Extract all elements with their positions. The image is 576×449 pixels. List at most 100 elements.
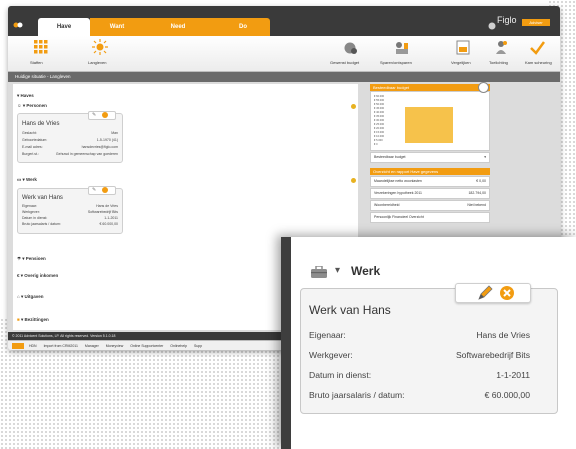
bezittingen-heading[interactable]: ■ ▾ Bezittingen [17,317,49,323]
toolbar-item-langleven[interactable]: Langleven [88,60,106,65]
delete-icon[interactable] [102,112,108,118]
budget-y-tick: € 35.000 [374,115,385,118]
overview-row-label: Verzekeringen hypotheek 2011 [374,191,422,195]
pensioen-label: Pensioen [25,256,46,261]
zoom-row-value: Hans de Vries [476,330,530,340]
edit-pencil-icon[interactable] [477,285,493,301]
overview-row[interactable]: Persoonlijk Financieel Overzicht [370,212,490,223]
person-card: ✎ Hans de Vries Geslacht: Man Geboorteda… [17,111,123,163]
budget-panel-title: Besteedbaar budget [370,84,490,91]
overview-row-label: Woonbereidheid [374,203,400,207]
uitgaven-heading[interactable]: ⌂ ▾ Uitgaven [17,294,44,300]
personen-heading[interactable]: ☺ ▾ Personen [17,103,47,109]
overview-row[interactable]: Verzekeringen hypotheek 2011 182.794,00 [370,188,490,199]
top-bar: Have Want Need Do Figlo Adviser [8,6,560,36]
budget-icon[interactable] [344,41,358,55]
bezittingen-label: Bezittingen [24,317,49,322]
overview-row-label: Persoonlijk Financieel Overzicht [374,215,424,219]
search-icon[interactable] [478,82,489,93]
werk-row-value: Hans de Vries [96,204,118,208]
person-row-label: Geboortedatum: [22,138,48,142]
werk-card-title: Werk van Hans [22,195,63,201]
add-person-icon[interactable] [351,104,356,109]
toolbar-item-toelichting[interactable]: Toelichting [489,60,508,65]
zoom-row-label: Datum in dienst: [309,370,372,380]
add-werk-icon[interactable] [351,178,356,183]
person-row-label: Geslacht: [22,131,37,135]
edit-icon[interactable]: ✎ [92,112,96,118]
compare-icon[interactable] [456,40,470,55]
personen-label: Personen [26,103,47,108]
overig-inkomen-label: Overig inkomen [24,273,59,278]
status-item-supp[interactable]: Supp [194,344,202,348]
budget-y-tick: € 30.000 [374,119,385,122]
zoom-card-title: Werk van Hans [309,303,391,317]
tab-want[interactable]: Want [102,18,132,36]
uitgaven-label: Uitgaven [24,294,44,299]
person-row-value: 1-5-1970 (41) [96,138,118,142]
budget-y-tick: € 50.000 [374,103,385,106]
overig-inkomen-heading[interactable]: € ▾ Overig inkomen [17,273,58,279]
status-item-moneyview[interactable]: Moneyview [106,344,124,348]
zoom-row-label: Werkgever: [309,350,353,360]
breadcrumb: Huidige situatie - Langleven [8,72,560,82]
zoom-werk-heading[interactable]: Werk [351,264,380,278]
budget-chart: € 60.000 € 55.000 € 50.000 € 45.000 € 40.000… [370,91,490,151]
overview-row-value: 182.794,00 [468,191,486,195]
werk-row-value: 1-1-2011 [104,216,118,220]
app-logo-icon [13,16,23,28]
pensioen-heading[interactable]: ☂ ▾ Pensioen [17,256,46,262]
budget-y-tick: € 45.000 [374,107,385,110]
budget-y-tick: € 25.000 [374,123,385,126]
tab-have[interactable]: Have [38,18,90,36]
werk-label: Werk [26,177,37,182]
grid-icon[interactable] [34,40,48,54]
toolbar-item-kam-scheuring[interactable]: Kam scheuring [525,60,552,65]
budget-y-tick: € 20.000 [374,127,385,130]
werk-row-label: Bruto jaarsalaris / datum: [22,222,61,226]
werk-row-label: Datum in dienst: [22,216,48,220]
budget-y-tick: € 60.000 [374,95,385,98]
footer-text: © 2011 Advicent Solutions, LP. All right… [12,334,116,338]
toolbar: Staffen Langleven Gewenst budget Sparen/… [8,36,560,72]
toolbar-item-staffen[interactable]: Staffen [30,60,43,65]
werk-heading[interactable]: ▭ ▾ Werk [17,177,37,183]
zoom-row-label: Eigenaar: [309,330,346,340]
status-item-onlinehelp[interactable]: Onlinehelp [170,344,187,348]
werk-row-label: Eigenaar: [22,204,37,208]
edit-icon[interactable]: ✎ [92,187,96,193]
zoom-row-value: Softwarebedrijf Bits [455,350,530,360]
tab-do[interactable]: Do [228,18,258,36]
werk-card: ✎ Werk van Hans Eigenaar: Hans de Vries … [17,186,123,234]
delete-icon[interactable] [102,187,108,193]
sun-icon[interactable] [92,39,108,55]
figlo-logo-icon [488,17,496,30]
person-row-value: Man [111,131,118,135]
haves-label: Haves [20,93,34,98]
status-item-import[interactable]: Import from CRM2011 [44,344,78,348]
checkmark-icon[interactable] [530,40,546,55]
explanation-icon[interactable] [494,40,508,55]
status-item-hdn[interactable]: HDN [29,344,37,348]
briefcase-icon [311,265,327,278]
zoom-row-value: 1-1-2011 [496,370,530,380]
status-item-supportcenter[interactable]: Online Supportcenter [130,344,163,348]
budget-y-tick: € 55.000 [374,99,385,102]
savings-icon[interactable] [394,41,410,55]
toolbar-item-gewenst-budget[interactable]: Gewenst budget [330,60,359,65]
haves-heading[interactable]: ▾ Haves [17,93,34,99]
budget-select[interactable]: Besteedbaar budget ▾ [370,152,490,163]
toolbar-item-sparen[interactable]: Sparen/ontsparen [380,60,412,65]
status-item-manager[interactable]: Manager [85,344,99,348]
zoom-row-value: € 60.000,00 [484,390,530,400]
toolbar-item-vergelijken[interactable]: Vergelijken [451,60,471,65]
overview-row[interactable]: Woonbereidheid Niet bekend [370,200,490,211]
overview-row[interactable]: Maandelijkse netto woonlasten € 0,00 [370,176,490,187]
figlo-logo-text: Figlo [497,15,517,25]
chevron-down-icon: ▾ [484,155,486,159]
collapse-arrow-icon[interactable]: ▾ [335,265,340,276]
remove-circle-icon[interactable] [499,285,515,301]
werk-row-label: Werkgever: [22,210,40,214]
tab-need[interactable]: Need [163,18,193,36]
adviser-badge: Adviser [522,19,550,26]
